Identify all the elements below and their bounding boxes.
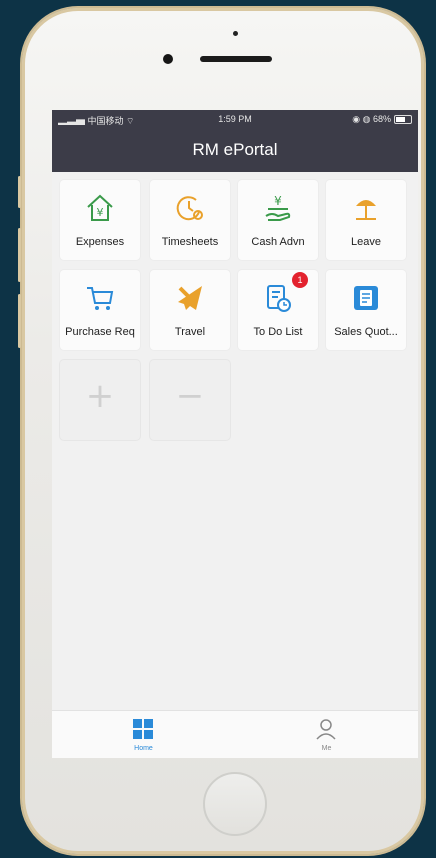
notification-badge: 1 <box>292 272 308 288</box>
sales-quote-icon <box>354 286 378 310</box>
tile-leave[interactable]: Leave <box>326 180 406 260</box>
grid-icon <box>133 719 153 739</box>
tile-label: Purchase Req <box>65 326 135 338</box>
volume-down-button <box>18 294 21 348</box>
tile-todo-list[interactable]: 1 To Do List <box>238 270 318 350</box>
app-header: ▂▃▅ 中国移动 ⌔ 1:59 PM ◉ ◍ 68% RM ePortal <box>52 110 418 172</box>
tab-home[interactable]: Home <box>52 711 235 758</box>
tab-label: Home <box>134 745 153 752</box>
front-camera <box>163 54 173 64</box>
app-screen: ▂▃▅ 中国移动 ⌔ 1:59 PM ◉ ◍ 68% RM ePortal ¥ … <box>52 110 418 758</box>
cart-icon <box>87 287 114 310</box>
mute-switch <box>18 176 21 208</box>
tile-sales-quote[interactable]: Sales Quot... <box>326 270 406 350</box>
tile-label: Sales Quot... <box>334 326 398 338</box>
tile-cash-advance[interactable]: ¥ Cash Advn <box>238 180 318 260</box>
tab-label: Me <box>321 745 332 752</box>
leave-icon <box>356 200 376 220</box>
plus-icon: + <box>85 376 115 416</box>
tab-me[interactable]: Me <box>235 711 418 758</box>
person-icon <box>316 719 336 740</box>
home-button[interactable] <box>203 772 267 836</box>
battery-icon <box>394 115 412 125</box>
battery-status: ◉ ◍ 68% <box>352 114 412 125</box>
tile-timesheets[interactable]: Timesheets <box>150 180 230 260</box>
todo-icon <box>267 285 291 312</box>
tile-travel[interactable]: Travel <box>150 270 230 350</box>
earpiece-speaker <box>200 56 272 62</box>
add-app-button[interactable]: + <box>60 360 140 440</box>
airplane-icon <box>178 286 202 310</box>
tile-label: Travel <box>174 326 206 338</box>
alarm-icon: ◉ ◍ <box>352 114 373 124</box>
expenses-icon: ¥ <box>87 194 113 221</box>
svg-text:¥: ¥ <box>274 194 282 208</box>
tile-purchase-req[interactable]: Purchase Req <box>60 270 140 350</box>
minus-icon: − <box>175 376 205 416</box>
tile-label: Cash Advn <box>251 236 305 248</box>
tile-label: Timesheets <box>161 236 219 248</box>
svg-text:¥: ¥ <box>97 206 104 219</box>
tile-label: Leave <box>351 236 381 248</box>
tab-bar: Home Me <box>52 710 418 758</box>
proximity-sensor <box>233 31 238 36</box>
status-bar: ▂▃▅ 中国移动 ⌔ 1:59 PM ◉ ◍ 68% <box>52 110 418 128</box>
timesheets-icon <box>176 196 203 221</box>
tile-expenses[interactable]: ¥ Expenses <box>60 180 140 260</box>
page-title: RM ePortal <box>192 140 278 159</box>
cash-advance-icon: ¥ <box>265 194 291 221</box>
tile-label: Expenses <box>75 236 125 248</box>
tile-label: To Do List <box>253 326 303 338</box>
volume-up-button <box>18 228 21 282</box>
remove-app-button[interactable]: − <box>150 360 230 440</box>
